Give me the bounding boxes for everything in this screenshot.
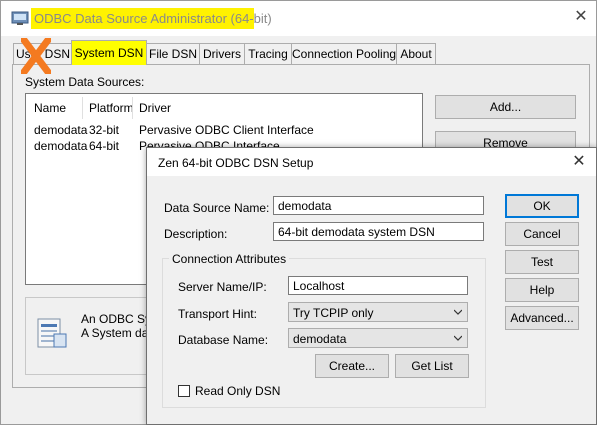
annotation-x-mark (21, 38, 51, 74)
chevron-down-icon (454, 309, 462, 315)
close-icon[interactable]: ✕ (571, 154, 587, 170)
create-button[interactable]: Create... (315, 354, 389, 378)
row-driver: Pervasive ODBC Client Interface (139, 123, 314, 137)
data-source-name-input[interactable]: demodata (273, 196, 484, 215)
test-button[interactable]: Test (505, 250, 579, 274)
odbc-info-icon (37, 318, 67, 348)
transport-hint-value: Try TCPIP only (293, 306, 374, 320)
database-name-value: demodata (293, 332, 347, 346)
column-separator (132, 97, 133, 119)
database-name-label: Database Name: (178, 333, 269, 347)
description-label: Description: (164, 227, 228, 241)
server-name-input[interactable]: Localhost (288, 276, 468, 295)
row-platform: 64-bit (89, 139, 120, 153)
description-input[interactable]: 64-bit demodata system DSN (273, 222, 484, 241)
transport-hint-label: Transport Hint: (178, 307, 257, 321)
connection-attributes-title: Connection Attributes (169, 252, 290, 266)
close-icon[interactable]: ✕ (573, 9, 589, 25)
advanced-button[interactable]: Advanced... (505, 306, 579, 330)
column-header-platform[interactable]: Platform (89, 101, 134, 115)
read-only-checkbox[interactable] (178, 385, 190, 397)
chevron-down-icon (454, 335, 462, 341)
row-platform: 32-bit (89, 123, 120, 137)
cancel-button[interactable]: Cancel (505, 222, 579, 246)
get-list-button[interactable]: Get List (395, 354, 469, 378)
tab-system-dsn[interactable]: System DSN (71, 40, 147, 65)
database-name-select[interactable]: demodata (288, 328, 468, 348)
add-button[interactable]: Add... (435, 95, 576, 119)
transport-hint-select[interactable]: Try TCPIP only (288, 302, 468, 322)
help-button[interactable]: Help (505, 278, 579, 302)
column-separator (82, 97, 83, 119)
read-only-label: Read Only DSN (195, 384, 281, 398)
table-row[interactable]: demodata 32-bit Pervasive ODBC Client In… (26, 122, 422, 138)
zen-dsn-setup-dialog: Zen 64-bit ODBC DSN Setup ✕ Data Source … (146, 147, 597, 425)
ok-button[interactable]: OK (505, 194, 579, 218)
column-header-driver[interactable]: Driver (139, 101, 171, 115)
dialog-title: Zen 64-bit ODBC DSN Setup (158, 156, 314, 170)
row-name: demodata (34, 123, 88, 137)
tab-about[interactable]: About (396, 43, 436, 64)
row-name: demodata (34, 139, 88, 153)
tab-file-dsn[interactable]: File DSN (146, 43, 200, 64)
tab-connection-pooling[interactable]: Connection Pooling (291, 43, 397, 64)
tab-tracing[interactable]: Tracing (244, 43, 292, 64)
tab-drivers[interactable]: Drivers (199, 43, 245, 64)
data-source-name-label: Data Source Name: (164, 201, 270, 215)
window-title: ODBC Data Source Administrator (64-bit) (34, 11, 272, 26)
app-icon (11, 11, 29, 25)
system-data-sources-label: System Data Sources: (25, 75, 145, 89)
column-header-name[interactable]: Name (34, 101, 66, 115)
server-name-label: Server Name/IP: (178, 280, 267, 294)
